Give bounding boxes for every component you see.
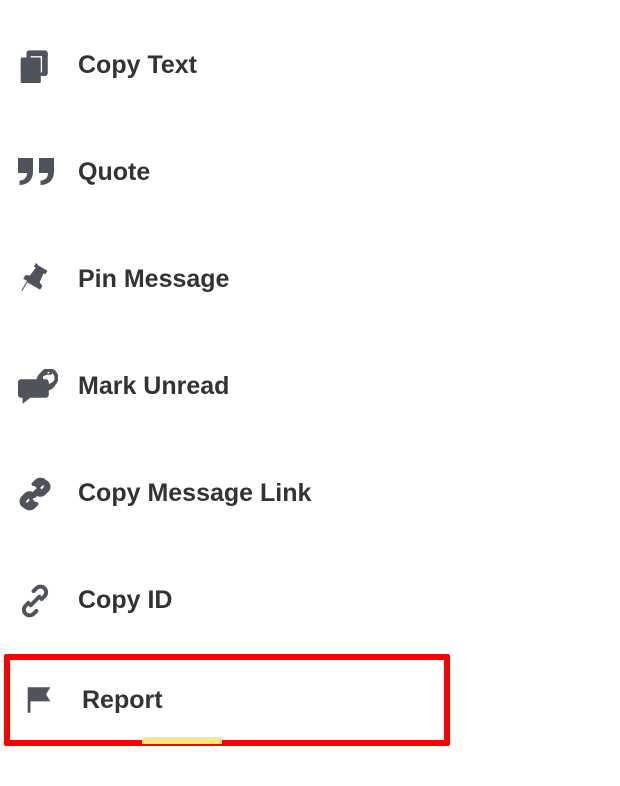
menu-item-label: Copy Message Link bbox=[78, 479, 311, 508]
link-icon bbox=[18, 477, 78, 511]
copy-text-icon bbox=[18, 47, 78, 85]
menu-item-report[interactable]: Report bbox=[4, 654, 450, 746]
menu-item-copy-id[interactable]: Copy ID bbox=[0, 547, 620, 654]
highlight-underline bbox=[142, 737, 222, 744]
pin-icon bbox=[18, 262, 78, 298]
context-menu: Copy Text Quote Pin Message Mark bbox=[0, 12, 620, 746]
menu-item-label: Copy ID bbox=[78, 586, 172, 615]
menu-item-label: Mark Unread bbox=[78, 372, 229, 401]
menu-item-label: Quote bbox=[78, 158, 150, 187]
menu-item-mark-unread[interactable]: Mark Unread bbox=[0, 333, 620, 440]
link-icon bbox=[18, 584, 78, 618]
mark-unread-icon bbox=[18, 369, 78, 405]
menu-item-label: Copy Text bbox=[78, 51, 197, 80]
menu-item-label: Report bbox=[82, 686, 163, 715]
flag-icon bbox=[22, 682, 82, 718]
menu-item-label: Pin Message bbox=[78, 265, 229, 294]
menu-item-copy-message-link[interactable]: Copy Message Link bbox=[0, 440, 620, 547]
menu-item-copy-text[interactable]: Copy Text bbox=[0, 12, 620, 119]
quote-icon bbox=[18, 158, 78, 188]
menu-item-quote[interactable]: Quote bbox=[0, 119, 620, 226]
menu-item-pin-message[interactable]: Pin Message bbox=[0, 226, 620, 333]
